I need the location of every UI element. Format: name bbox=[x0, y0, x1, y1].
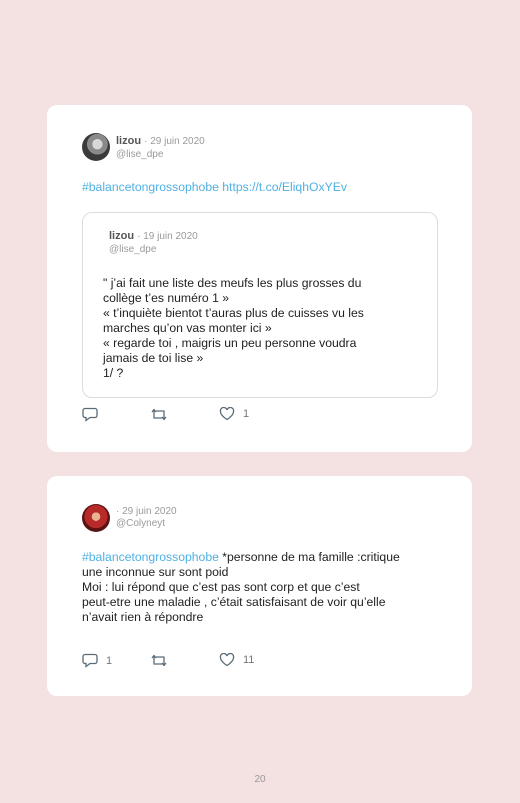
hashtag-link[interactable]: #balancetongrossophobe bbox=[82, 180, 219, 194]
retweet-action[interactable] bbox=[150, 407, 176, 422]
tweet-text: #balancetongrossophobe https://t.co/Eliq… bbox=[82, 180, 347, 195]
reply-action[interactable]: 1 bbox=[82, 653, 112, 668]
reply-count: 1 bbox=[106, 654, 113, 667]
quote-author-line: lizou · 19 juin 2020 bbox=[109, 230, 198, 242]
url-link[interactable]: https://t.co/EliqhOxYEv bbox=[222, 180, 347, 194]
author-line: · 29 juin 2020 bbox=[116, 505, 177, 517]
quote-text: " j’ai fait une liste des meufs les plus… bbox=[103, 276, 364, 380]
like-count: 1 bbox=[243, 408, 250, 420]
heart-icon bbox=[219, 653, 235, 667]
tweet-date: · 29 juin 2020 bbox=[116, 506, 177, 517]
hashtag-link[interactable]: #balancetongrossophobe bbox=[82, 550, 219, 564]
heart-icon bbox=[219, 407, 235, 421]
author-line: lizou · 29 juin 2020 bbox=[116, 135, 205, 147]
page-number: 20 bbox=[254, 774, 266, 785]
retweet-icon bbox=[151, 408, 167, 421]
like-count: 11 bbox=[243, 654, 255, 666]
reply-action[interactable] bbox=[82, 407, 106, 422]
tweet-card-2: · 29 juin 2020 @Colyneyt #balancetongros… bbox=[47, 476, 472, 696]
author-name[interactable]: lizou bbox=[116, 135, 141, 147]
avatar[interactable] bbox=[82, 504, 110, 532]
tweet-text: #balancetongrossophobe *personne de ma f… bbox=[82, 550, 400, 625]
quote-date: · 19 juin 2020 bbox=[137, 231, 198, 242]
quote-handle: @lise_dpe bbox=[109, 244, 157, 255]
tweet-card-1: lizou · 29 juin 2020 @lise_dpe #balancet… bbox=[47, 105, 472, 452]
quoted-tweet[interactable]: lizou · 19 juin 2020 @lise_dpe " j’ai fa… bbox=[82, 212, 438, 398]
reply-icon bbox=[82, 407, 98, 422]
author-handle[interactable]: @Colyneyt bbox=[116, 518, 165, 529]
reply-icon bbox=[82, 653, 98, 668]
author-handle[interactable]: @lise_dpe bbox=[116, 149, 163, 160]
avatar[interactable] bbox=[82, 133, 110, 161]
like-action[interactable]: 11 bbox=[219, 653, 254, 667]
quote-author-name: lizou bbox=[109, 230, 135, 242]
like-action[interactable]: 1 bbox=[219, 407, 249, 421]
retweet-action[interactable] bbox=[150, 653, 176, 668]
tweet-date: · 29 juin 2020 bbox=[144, 136, 205, 147]
retweet-icon bbox=[151, 654, 167, 667]
